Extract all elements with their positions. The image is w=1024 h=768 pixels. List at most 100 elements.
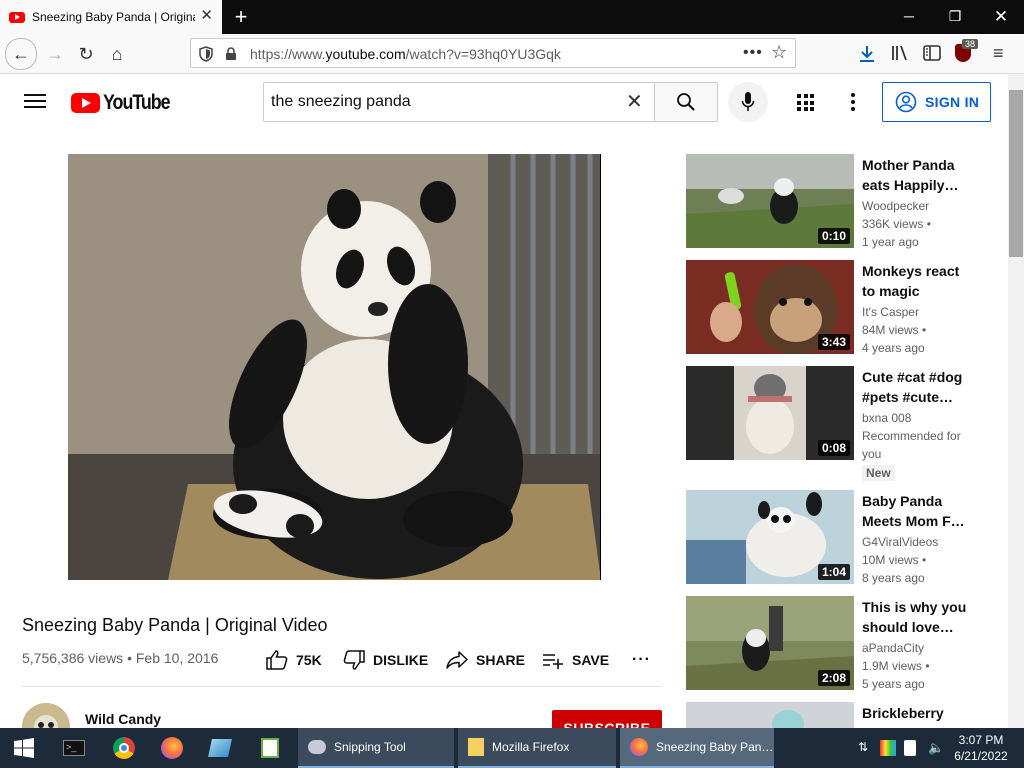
suggested-video[interactable]: 1:04 Baby Panda Meets Mom F… G4ViralVide…: [686, 490, 996, 585]
settings-more-icon[interactable]: [848, 91, 858, 113]
shield-icon[interactable]: [199, 46, 213, 62]
url-text[interactable]: https://www.youtube.com/watch?v=93hq0YU3…: [250, 46, 561, 62]
suggested-channel: G4ViralVideos: [862, 535, 939, 549]
new-tab-plus-icon[interactable]: +: [228, 4, 254, 30]
taskbar-mozilla-firefox[interactable]: Mozilla Firefox: [458, 728, 616, 768]
suggested-video-title[interactable]: Brickleberry: [862, 703, 970, 723]
suggested-video-title[interactable]: Mother Panda eats Happily…: [862, 155, 970, 195]
suggested-video[interactable]: 0:08 Cute #cat #dog #pets #cute… bxna 00…: [686, 366, 996, 486]
clock-date: 6/21/2022: [954, 749, 1008, 763]
url-bar[interactable]: https://www.youtube.com/watch?v=93hq0YU3…: [190, 38, 796, 68]
search-button[interactable]: [654, 82, 718, 122]
search-input[interactable]: the sneezing panda ✕: [263, 82, 655, 122]
suggested-video-title[interactable]: Baby Panda Meets Mom F…: [862, 491, 970, 531]
suggested-recommendation: Recommended for: [862, 429, 961, 443]
close-window-icon[interactable]: ✕: [978, 0, 1024, 34]
chrome-icon[interactable]: [100, 728, 148, 768]
network-icon[interactable]: ⇅: [858, 740, 874, 756]
extension-badge: 38: [962, 39, 979, 49]
share-button[interactable]: SHARE: [446, 650, 525, 670]
channel-name[interactable]: Wild Candy: [85, 711, 161, 727]
clipboard-icon[interactable]: [904, 740, 916, 756]
video-thumbnail[interactable]: 3:43: [686, 260, 854, 354]
color-app-icon[interactable]: [880, 740, 896, 756]
reload-icon[interactable]: ↻: [71, 39, 101, 69]
tab-strip: Sneezing Baby Panda | Original Video - Y…: [0, 0, 1024, 34]
guide-menu-icon[interactable]: [24, 91, 46, 113]
suggested-age: 4 years ago: [862, 341, 925, 355]
suggested-video-title[interactable]: This is why you should love…: [862, 597, 970, 637]
browser-tab[interactable]: Sneezing Baby Panda | Original Video - Y…: [0, 0, 222, 34]
video-frame-panda: [68, 154, 601, 580]
video-thumbnail[interactable]: 1:04: [686, 490, 854, 584]
system-clock[interactable]: 3:07 PM 6/21/2022: [948, 732, 1014, 764]
library-icon[interactable]: [891, 45, 909, 61]
home-icon[interactable]: ⌂: [102, 39, 132, 69]
folder-icon: [468, 738, 484, 756]
taskbar-snipping-tool[interactable]: Snipping Tool: [298, 728, 454, 768]
like-button[interactable]: 75K: [266, 650, 322, 670]
page-actions-icon[interactable]: •••: [743, 44, 763, 62]
lock-icon[interactable]: [225, 47, 237, 61]
scrollbar-thumb[interactable]: [1009, 90, 1023, 257]
terminal-icon[interactable]: >_: [50, 728, 98, 768]
speaker-muted-icon[interactable]: 🔈: [928, 740, 944, 756]
firefox-icon[interactable]: [148, 728, 196, 768]
taskbar-sneezing-baby-panda[interactable]: Sneezing Baby Pan…: [620, 728, 774, 768]
video-thumbnail[interactable]: 0:08: [686, 366, 854, 460]
video-duration: 0:08: [817, 440, 850, 456]
suggested-views: 84M views •: [862, 323, 927, 337]
sidebar-icon[interactable]: [923, 45, 941, 61]
suggested-channel: aPandaCity: [862, 641, 925, 655]
tab-close-icon[interactable]: ✕: [200, 8, 213, 24]
sign-in-button[interactable]: SIGN IN: [882, 82, 991, 122]
forward-icon[interactable]: →: [40, 39, 70, 69]
suggested-channel: Woodpecker: [862, 199, 930, 213]
sign-in-label: SIGN IN: [925, 94, 980, 110]
clear-search-icon[interactable]: ✕: [626, 91, 643, 113]
save-button[interactable]: SAVE: [542, 650, 609, 670]
notepad-icon[interactable]: [246, 728, 294, 768]
apps-grid-icon[interactable]: [797, 94, 814, 111]
suggested-channel: It's Casper: [862, 305, 919, 319]
logo-text: YouTube: [103, 91, 171, 114]
suggested-views: 10M views •: [862, 553, 927, 567]
youtube-play-logo-icon: [71, 93, 100, 113]
video-thumbnail[interactable]: 2:08: [686, 596, 854, 690]
downloads-icon[interactable]: [858, 44, 876, 64]
video-thumbnail[interactable]: 0:10: [686, 154, 854, 248]
search-query[interactable]: the sneezing panda: [271, 93, 411, 111]
browser-toolbar: ← → ↻ ⌂ https://www.youtube.com/watch?v=…: [0, 34, 1024, 74]
restore-icon[interactable]: ❐: [932, 0, 978, 34]
youtube-logo[interactable]: YouTube: [71, 91, 181, 115]
suggested-age: 8 years ago: [862, 571, 925, 585]
thumbnail-image: [686, 702, 854, 728]
video-thumbnail[interactable]: [686, 702, 854, 728]
dislike-label: DISLIKE: [373, 652, 429, 668]
suggested-video-title[interactable]: Monkeys react to magic: [862, 261, 970, 301]
thumbs-down-icon: [343, 650, 365, 670]
hamburger-menu-icon[interactable]: ≡: [993, 43, 1004, 64]
divider: [22, 686, 662, 687]
minimize-icon[interactable]: ─: [886, 0, 932, 34]
suggested-views: 336K views •: [862, 217, 931, 231]
video-views-date: 5,756,386 views • Feb 10, 2016: [22, 650, 219, 666]
suggested-video[interactable]: 0:10 Mother Panda eats Happily… Woodpeck…: [686, 154, 996, 249]
dislike-button[interactable]: DISLIKE: [343, 650, 428, 670]
video-duration: 2:08: [817, 670, 850, 686]
bookmark-star-icon[interactable]: ☆: [771, 42, 787, 63]
suggested-video[interactable]: Brickleberry: [686, 702, 996, 728]
suggested-video[interactable]: 2:08 This is why you should love… aPanda…: [686, 596, 996, 691]
start-windows-icon[interactable]: [0, 728, 48, 768]
suggested-video[interactable]: 3:43 Monkeys react to magic It's Casper …: [686, 260, 996, 355]
search-icon: [677, 93, 695, 111]
firefox-icon: [630, 738, 648, 756]
video-duration: 0:10: [817, 228, 850, 244]
thumbs-up-icon: [266, 650, 288, 670]
voice-search-button[interactable]: [728, 82, 768, 122]
video-player[interactable]: [68, 154, 601, 580]
back-icon[interactable]: ←: [5, 38, 37, 70]
more-actions-icon[interactable]: ···: [632, 651, 651, 669]
app-window-icon[interactable]: [196, 728, 244, 768]
suggested-video-title[interactable]: Cute #cat #dog #pets #cute…: [862, 367, 970, 407]
